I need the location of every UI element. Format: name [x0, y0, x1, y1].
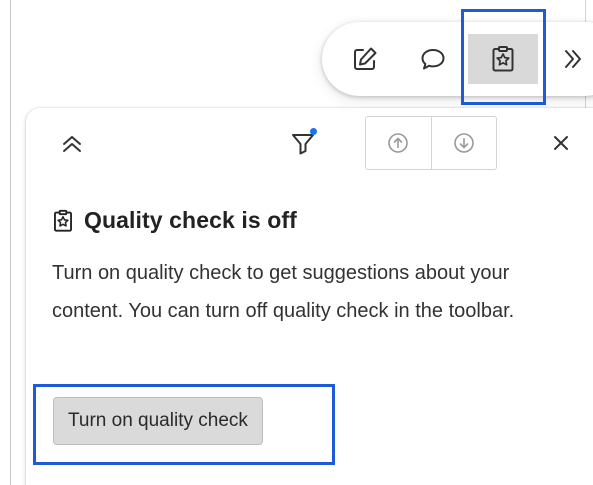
screenshot-stage: Quality check is off Turn on quality che…: [0, 0, 593, 485]
more-tools-button[interactable]: [550, 36, 593, 82]
toolbar-button-highlight-box: [461, 9, 546, 105]
collapse-panel-button[interactable]: [56, 128, 88, 160]
arrow-up-circle-icon: [388, 133, 409, 153]
filter-button[interactable]: [285, 126, 321, 160]
floating-toolbar: [322, 22, 593, 96]
panel-description: Turn on quality check to get suggestions…: [52, 262, 515, 322]
comment-bubble-icon: [421, 49, 445, 70]
panel-title: Quality check is off: [52, 207, 297, 234]
panel-title-text: Quality check is off: [84, 207, 297, 233]
close-panel-button[interactable]: [546, 128, 576, 158]
filter-active-dot: [310, 128, 317, 135]
double-chevron-right-icon: [565, 50, 581, 68]
previous-issue-button[interactable]: [366, 117, 432, 169]
arrow-down-circle-icon: [453, 133, 474, 153]
pencil-icon: [354, 47, 377, 70]
panel-frame-left-edge: [10, 0, 11, 485]
quality-check-icon: [54, 209, 72, 232]
edit-button[interactable]: [342, 36, 388, 82]
next-issue-button[interactable]: [432, 117, 497, 169]
comment-button[interactable]: [410, 36, 456, 82]
close-icon: [554, 136, 568, 150]
double-chevron-up-icon: [63, 136, 81, 152]
panel-header: [26, 108, 593, 178]
turn-on-button-highlight-box: [33, 384, 335, 465]
issue-navigation-group: [365, 116, 497, 170]
